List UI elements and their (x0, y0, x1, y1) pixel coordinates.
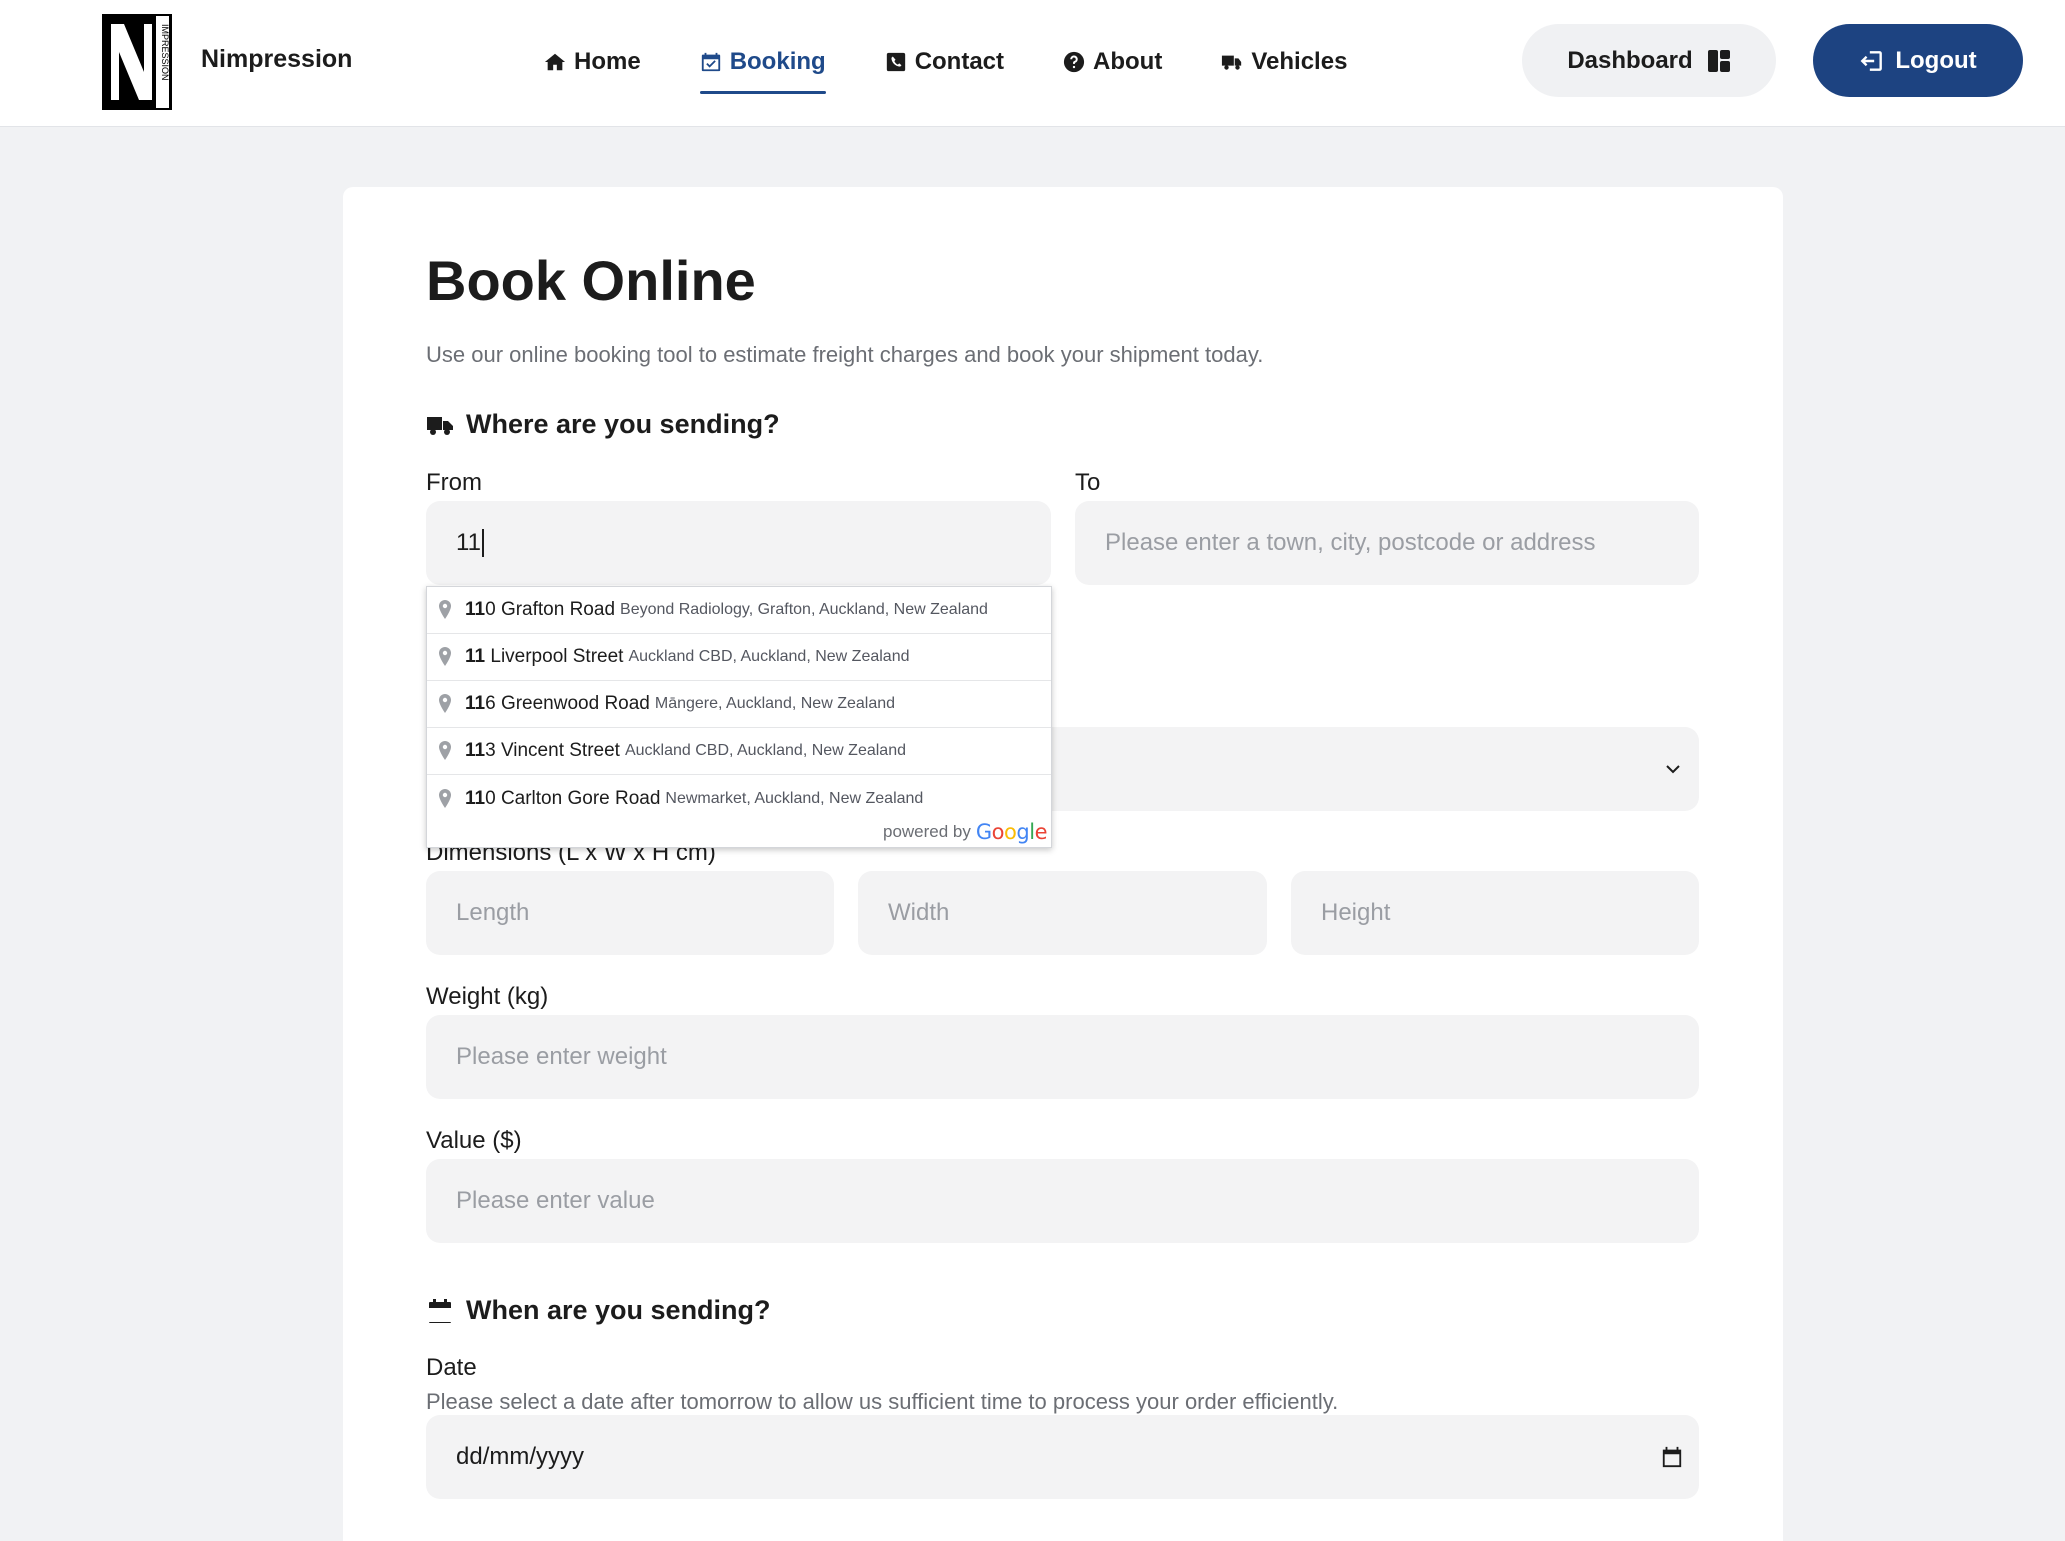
chevron-down-icon (1666, 765, 1680, 774)
autocomplete-suggestion[interactable]: 113 Vincent Street Auckland CBD, Aucklan… (427, 728, 1051, 775)
home-icon (544, 53, 566, 71)
suggestion-secondary: Māngere, Auckland, New Zealand (654, 695, 896, 712)
autocomplete-suggestion[interactable]: 116 Greenwood Road Māngere, Auckland, Ne… (427, 681, 1051, 728)
main-nav: Home Booking Contact About Vehicles (544, 45, 1406, 94)
nav-vehicles[interactable]: Vehicles (1221, 45, 1347, 79)
date-help-text: Please select a date after tomorrow to a… (426, 1389, 1339, 1414)
site-header: IMPRESSION Nimpression Home Booking Cont… (0, 0, 2065, 127)
nav-booking[interactable]: Booking (699, 45, 826, 94)
map-pin-icon (439, 600, 451, 619)
where-heading: Where are you sending? (426, 409, 780, 440)
date-label: Date (426, 1354, 477, 1381)
autocomplete-suggestion[interactable]: 110 Carlton Gore Road Newmarket, Aucklan… (427, 775, 1051, 822)
where-heading-text: Where are you sending? (466, 409, 780, 439)
suggestion-secondary: Newmarket, Auckland, New Zealand (665, 789, 924, 807)
suggestion-main: 110 Carlton Gore Road (465, 787, 661, 809)
weight-input[interactable]: Please enter weight (426, 1015, 1699, 1099)
nav-contact-label: Contact (914, 48, 1005, 75)
suggestion-main: 11 Liverpool Street (465, 646, 624, 667)
date-input[interactable]: dd/mm/yyyy (426, 1415, 1699, 1499)
value-input[interactable]: Please enter value (426, 1159, 1699, 1243)
weight-label: Weight (kg) (426, 983, 549, 1010)
value-label: Value ($) (426, 1127, 522, 1154)
suggestion-secondary: Auckland CBD, Auckland, New Zealand (624, 742, 906, 759)
height-placeholder: Height (1321, 899, 1391, 926)
powered-by-text: powered by (883, 822, 971, 841)
calendar-check-icon (701, 52, 720, 72)
text-caret (481, 529, 484, 557)
date-input-placeholder: dd/mm/yyyy (456, 1443, 585, 1470)
from-input[interactable]: 11 (426, 501, 1051, 585)
nav-about-label: About (1093, 48, 1163, 75)
suggestion-main: 110 Grafton Road (465, 599, 616, 620)
map-pin-icon (439, 741, 451, 760)
truck-icon (1222, 55, 1242, 70)
dashboard-button[interactable]: Dashboard (1522, 24, 1776, 97)
when-heading: When are you sending? (426, 1295, 771, 1326)
autocomplete-suggestion[interactable]: 11 Liverpool Street Auckland CBD, Auckla… (427, 634, 1051, 681)
dashboard-icon (1707, 49, 1730, 72)
from-input-value: 11 (456, 529, 481, 556)
page-title: Book Online (426, 249, 756, 312)
length-placeholder: Length (456, 899, 530, 926)
calendar-icon (429, 1298, 451, 1323)
page-subtitle: Use our online booking tool to estimate … (426, 342, 1264, 367)
nav-home-label: Home (574, 48, 641, 75)
weight-placeholder: Please enter weight (456, 1043, 667, 1070)
powered-by-google: powered by Google (883, 819, 1048, 845)
brand-name[interactable]: Nimpression (201, 45, 352, 74)
from-label: From (426, 469, 482, 496)
question-circle-icon (1063, 51, 1085, 73)
to-label: To (1075, 469, 1101, 496)
dashboard-label: Dashboard (1567, 46, 1693, 74)
suggestion-main: 113 Vincent Street (465, 740, 620, 761)
suggestion-secondary: Beyond Radiology, Grafton, Auckland, New… (620, 601, 988, 618)
width-input[interactable]: Width (858, 871, 1267, 955)
logout-button[interactable]: Logout (1813, 24, 2023, 97)
logout-icon (1860, 50, 1883, 71)
to-input[interactable]: Please enter a town, city, postcode or a… (1075, 501, 1699, 585)
height-input[interactable]: Height (1291, 871, 1699, 955)
svg-text:IMPRESSION: IMPRESSION (160, 24, 170, 81)
address-autocomplete-dropdown: 110 Grafton Road Beyond Radiology, Graft… (426, 586, 1052, 848)
nav-contact[interactable]: Contact (885, 45, 1004, 79)
suggestion-main: 116 Greenwood Road (465, 693, 650, 714)
nimpression-logo[interactable]: IMPRESSION (102, 14, 172, 110)
autocomplete-suggestion[interactable]: 110 Grafton Road Beyond Radiology, Graft… (427, 587, 1051, 634)
nav-booking-label: Booking (729, 48, 826, 75)
map-pin-icon (439, 694, 451, 713)
nav-vehicles-label: Vehicles (1251, 48, 1348, 75)
suggestion-secondary: Auckland CBD, Auckland, New Zealand (628, 648, 910, 665)
logout-label: Logout (1895, 46, 1977, 74)
value-placeholder: Please enter value (456, 1187, 655, 1214)
to-input-placeholder: Please enter a town, city, postcode or a… (1105, 529, 1596, 556)
width-placeholder: Width (888, 899, 950, 926)
calendar-picker-icon[interactable] (1661, 1446, 1683, 1468)
nav-about[interactable]: About (1063, 45, 1162, 79)
length-input[interactable]: Length (426, 871, 834, 955)
map-pin-icon (439, 647, 451, 666)
when-heading-text: When are you sending? (466, 1295, 771, 1325)
google-logo: Google (975, 820, 1048, 844)
map-pin-icon (439, 788, 451, 808)
phone-square-icon (886, 52, 905, 72)
nav-home[interactable]: Home (544, 45, 641, 79)
truck-icon (427, 416, 453, 435)
